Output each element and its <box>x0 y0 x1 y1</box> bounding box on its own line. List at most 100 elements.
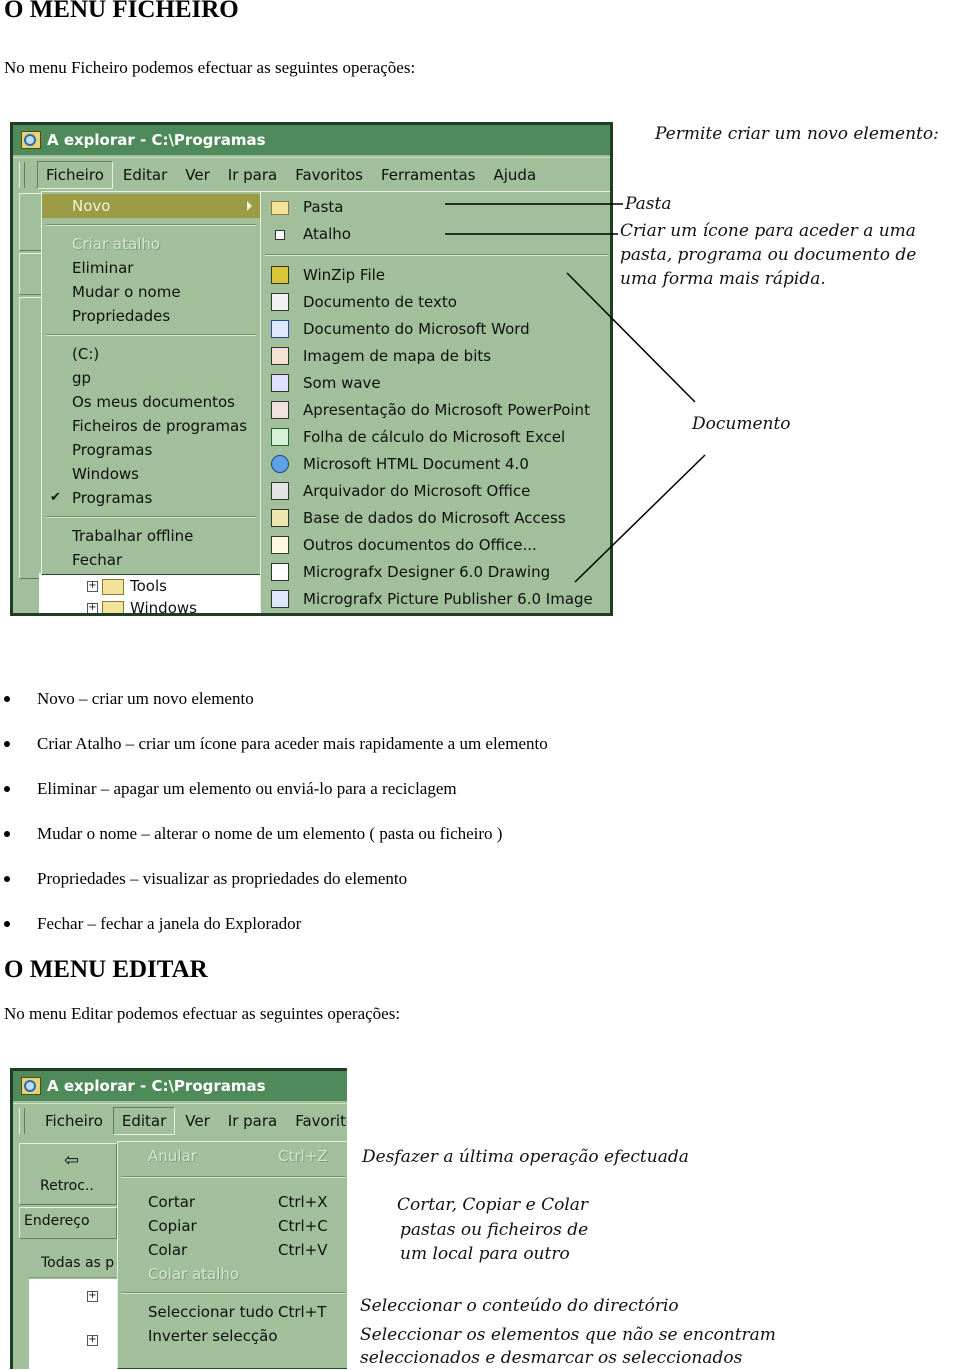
file-menu-windows[interactable]: Windows <box>42 462 260 486</box>
tree-item[interactable]: + <box>87 1329 102 1351</box>
new-winzip[interactable]: WinZip File <box>261 262 610 289</box>
file-menu-propriedades[interactable]: Propriedades <box>42 304 260 328</box>
bullet-icon <box>4 741 10 747</box>
menu-separator <box>265 254 608 256</box>
new-pasta[interactable]: Pasta <box>261 194 610 221</box>
file-menu-programas-checked[interactable]: ✔ Programas <box>42 486 260 510</box>
new-binder[interactable]: Arquivador do Microsoft Office <box>261 478 610 505</box>
menubar-grip[interactable] <box>19 162 25 188</box>
new-submenu: Pasta Atalho WinZip File Documento de te… <box>260 191 610 613</box>
tree-item[interactable]: + <box>87 1285 102 1307</box>
menu-item-label: Seleccionar tudo <box>148 1303 274 1321</box>
tree-item-windows[interactable]: + Windows <box>87 597 197 613</box>
file-menu-meus-documentos[interactable]: Os meus documentos <box>42 390 260 414</box>
back-button-label[interactable]: Retroc.. <box>40 1178 94 1194</box>
file-menu-eliminar[interactable]: Eliminar <box>42 256 260 280</box>
menu-editar[interactable]: Editar <box>112 1106 176 1135</box>
folder-icon <box>102 578 124 595</box>
file-menu-programas[interactable]: Programas <box>42 438 260 462</box>
explorer-search-icon <box>21 131 41 149</box>
new-office-other[interactable]: Outros documentos do Office... <box>261 532 610 559</box>
menubar-grip[interactable] <box>19 1108 25 1134</box>
new-bitmap[interactable]: Imagem de mapa de bits <box>261 343 610 370</box>
menu-ver[interactable]: Ver <box>177 1108 218 1134</box>
edit-menu-cortar[interactable]: Cortar Ctrl+X <box>118 1190 347 1214</box>
annotation-invert-2: seleccionados e desmarcar os seleccionad… <box>360 1348 743 1368</box>
file-menu-novo[interactable]: Novo <box>42 194 260 218</box>
menu-separator <box>46 516 256 518</box>
annotation-atalho-3: uma forma mais rápida. <box>620 269 826 289</box>
menu-ficheiro[interactable]: Ficheiro <box>37 160 113 189</box>
panel-strip <box>19 297 43 579</box>
list-item-text: Criar Atalho – criar um ícone para acede… <box>37 734 548 753</box>
designer-icon <box>271 563 289 581</box>
title-bar: A explorar - C:\Programas <box>13 125 610 155</box>
tree-item-tools[interactable]: + Tools <box>87 575 167 597</box>
menu-ver[interactable]: Ver <box>177 162 218 188</box>
menu-favoritos[interactable]: Favorito <box>287 1108 347 1134</box>
menu-editar[interactable]: Editar <box>115 162 175 188</box>
menu-item-shortcut: Ctrl+Z <box>278 1147 328 1165</box>
explorer-window-editar: A explorar - C:\Programas Ficheiro Edita… <box>10 1068 347 1369</box>
sound-icon <box>271 374 289 392</box>
file-menu-ficheiros-programas[interactable]: Ficheiros de programas <box>42 414 260 438</box>
expand-icon[interactable]: + <box>87 603 98 613</box>
menu-item-label: Imagem de mapa de bits <box>303 347 492 365</box>
menu-item-label: Documento de texto <box>303 293 457 311</box>
expand-icon[interactable]: + <box>87 1335 98 1346</box>
shortcut-icon <box>275 230 285 240</box>
edit-menu-anular: Anular Ctrl+Z <box>118 1144 347 1168</box>
new-access[interactable]: Base de dados do Microsoft Access <box>261 505 610 532</box>
edit-menu-colar[interactable]: Colar Ctrl+V <box>118 1238 347 1262</box>
new-html[interactable]: Microsoft HTML Document 4.0 <box>261 451 610 478</box>
expand-icon[interactable]: + <box>87 581 98 592</box>
menu-favoritos[interactable]: Favoritos <box>287 162 371 188</box>
access-icon <box>271 509 289 527</box>
menu-item-shortcut: Ctrl+X <box>278 1193 328 1211</box>
file-menu-fechar[interactable]: Fechar <box>42 548 260 572</box>
new-excel[interactable]: Folha de cálculo do Microsoft Excel <box>261 424 610 451</box>
annotation-pasta: Pasta <box>625 194 672 214</box>
menu-ficheiro[interactable]: Ficheiro <box>37 1108 111 1134</box>
list-item-text: Mudar o nome – alterar o nome de um elem… <box>37 824 503 843</box>
address-bar: Endereço <box>19 1207 117 1239</box>
new-sound[interactable]: Som wave <box>261 370 610 397</box>
new-atalho[interactable]: Atalho <box>261 221 610 248</box>
new-designer[interactable]: Micrografx Designer 6.0 Drawing <box>261 559 610 586</box>
menu-item-label: Colar atalho <box>148 1265 240 1283</box>
edit-menu-inverter-seleccao[interactable]: Inverter selecção <box>118 1324 347 1348</box>
new-word[interactable]: Documento do Microsoft Word <box>261 316 610 343</box>
menu-item-label: Pasta <box>303 198 344 216</box>
file-menu-dropdown: Novo Criar atalho Eliminar Mudar o nome … <box>41 191 261 575</box>
menu-item-label: Cortar <box>148 1193 196 1211</box>
text-document-icon <box>271 293 289 311</box>
menu-item-label: Apresentação do Microsoft PowerPoint <box>303 401 590 419</box>
edit-menu-copiar[interactable]: Copiar Ctrl+C <box>118 1214 347 1238</box>
new-publisher[interactable]: Micrografx Picture Publisher 6.0 Image <box>261 586 610 613</box>
menu-separator <box>122 1292 345 1294</box>
menu-item-label: Programas <box>72 489 153 507</box>
menu-ir-para[interactable]: Ir para <box>220 162 285 188</box>
new-powerpoint[interactable]: Apresentação do Microsoft PowerPoint <box>261 397 610 424</box>
file-menu-trabalhar-offline[interactable]: Trabalhar offline <box>42 524 260 548</box>
menu-item-label: Anular <box>148 1147 197 1165</box>
back-arrow-icon[interactable]: ⇦ <box>64 1150 79 1171</box>
menu-ir-para[interactable]: Ir para <box>220 1108 285 1134</box>
menu-item-label: Som wave <box>303 374 381 392</box>
file-menu-mudar-nome[interactable]: Mudar o nome <box>42 280 260 304</box>
expand-icon[interactable]: + <box>87 1291 98 1302</box>
menu-ferramentas[interactable]: Ferramentas <box>373 162 484 188</box>
toolbar-strip <box>19 193 43 251</box>
list-item-text: Eliminar – apagar um elemento ou enviá-l… <box>37 779 457 798</box>
edit-menu-seleccionar-tudo[interactable]: Seleccionar tudo Ctrl+T <box>118 1300 347 1324</box>
annotation-invert-1: Seleccionar os elementos que não se enco… <box>360 1325 776 1345</box>
file-menu-gp[interactable]: gp <box>42 366 260 390</box>
section-intro-editar: No menu Editar podemos efectuar as segui… <box>4 1004 401 1023</box>
annotation-clipboard-3: um local para outro <box>400 1244 570 1264</box>
list-item: Fechar – fechar a janela do Explorador <box>0 911 700 956</box>
menu-bar: Ficheiro Editar Ver Ir para Favorito <box>13 1103 347 1137</box>
file-menu-drive-c[interactable]: (C:) <box>42 342 260 366</box>
new-texto[interactable]: Documento de texto <box>261 289 610 316</box>
menu-ajuda[interactable]: Ajuda <box>486 162 545 188</box>
winzip-icon <box>271 266 289 284</box>
